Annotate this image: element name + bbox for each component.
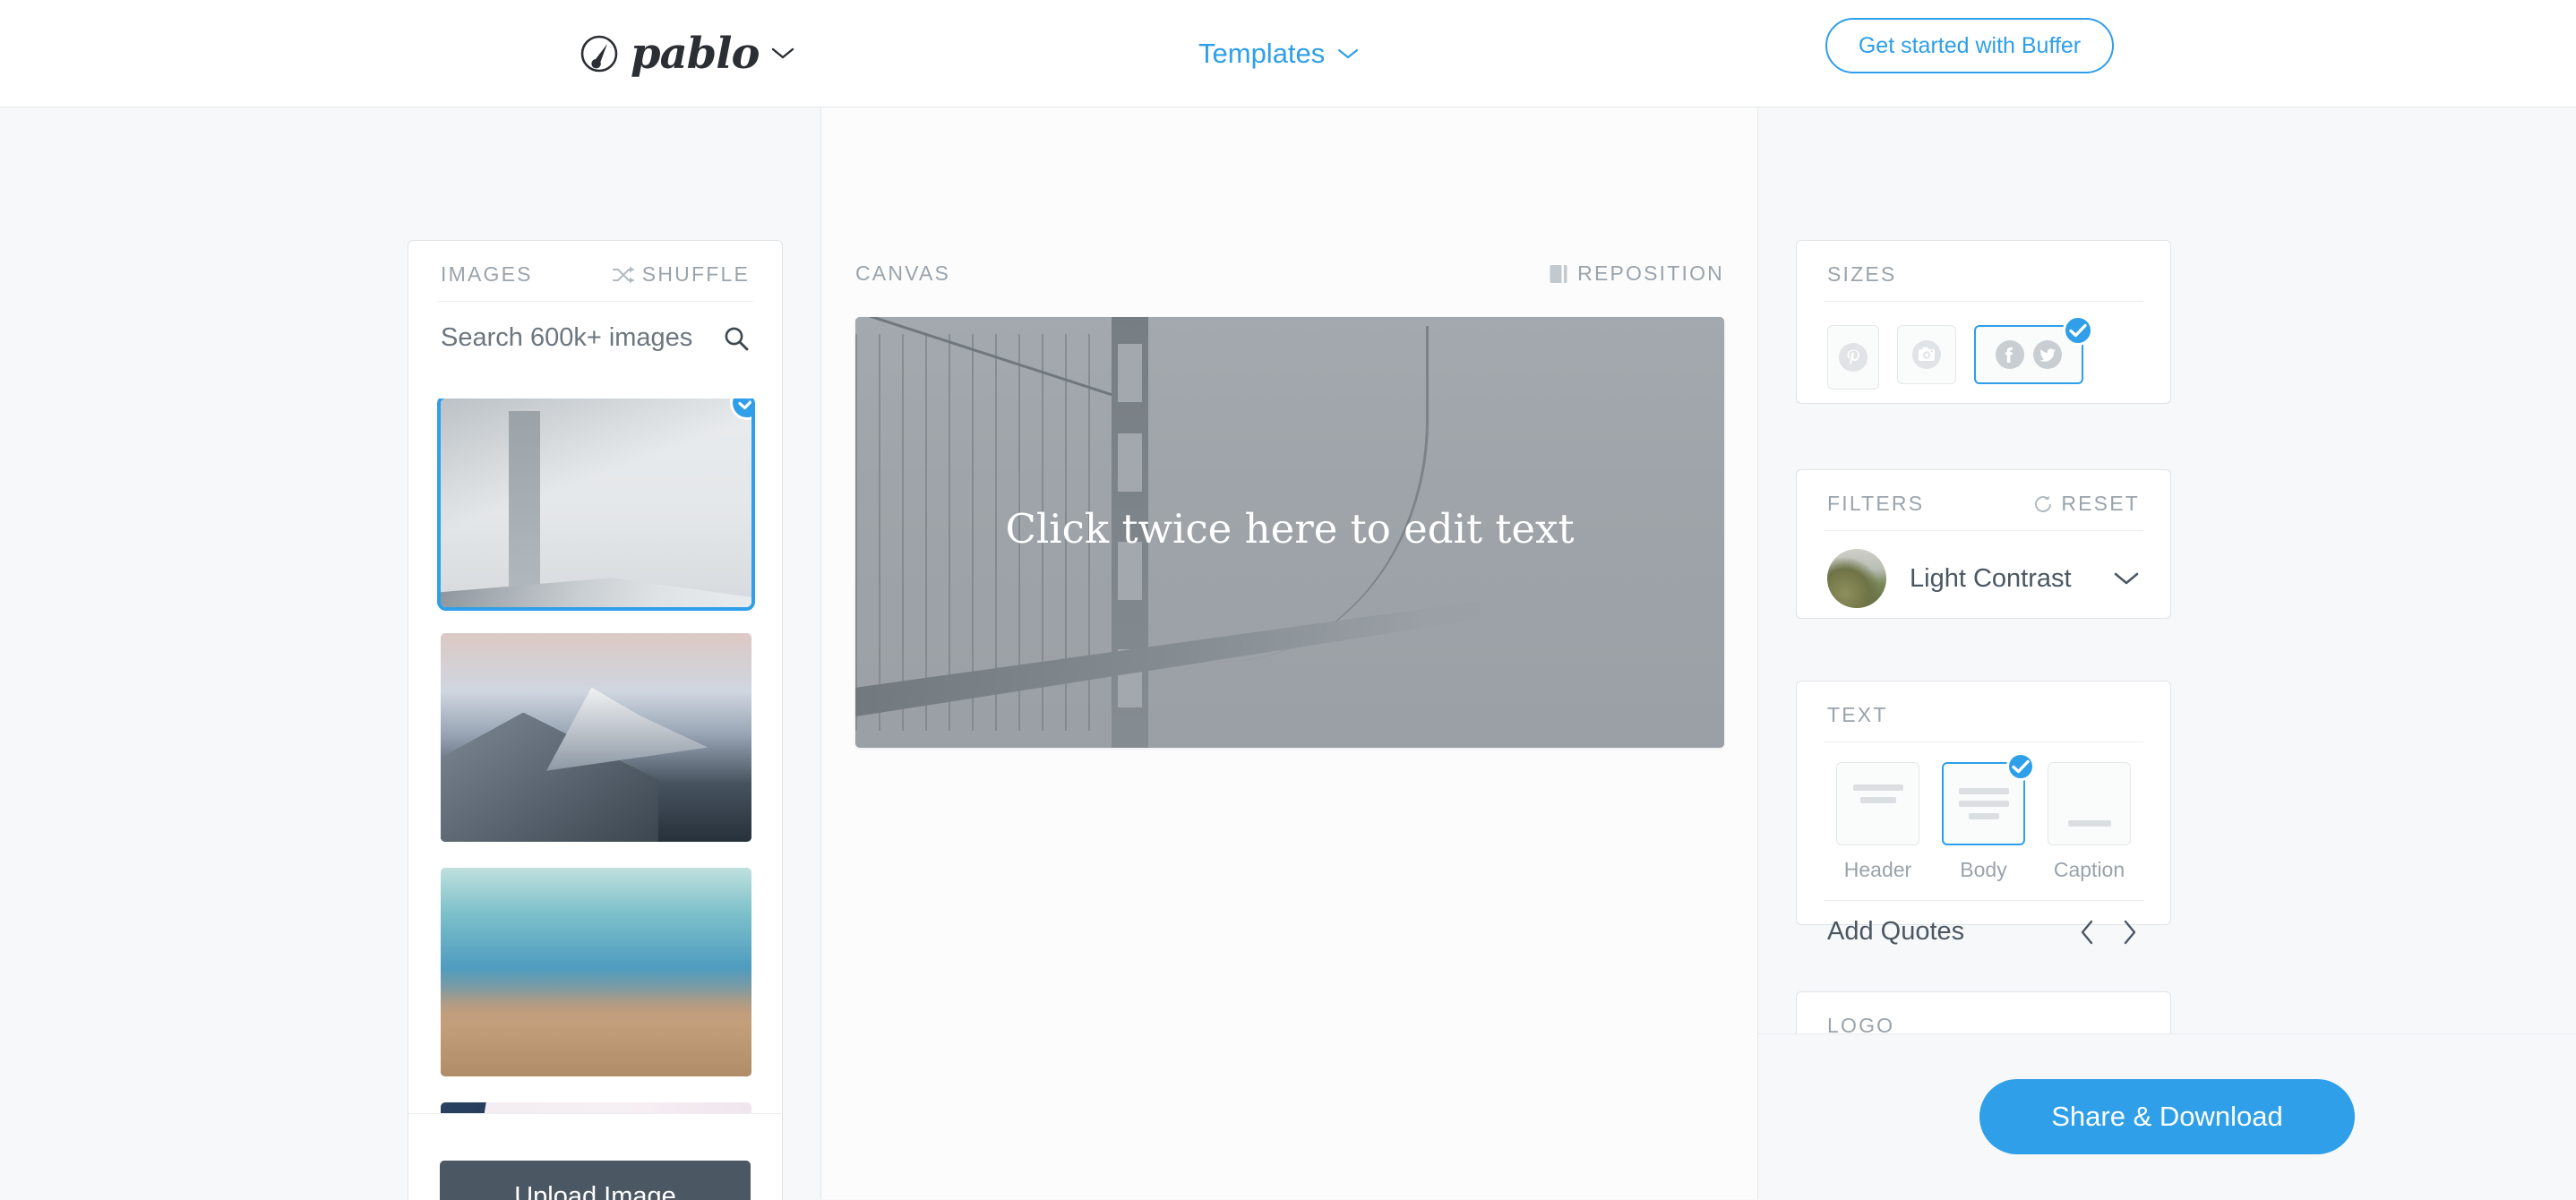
- add-quotes-label[interactable]: Add Quotes: [1827, 917, 1964, 947]
- canvas-stage[interactable]: Click twice here to edit text: [855, 317, 1724, 748]
- canvas-header: CANVAS REPOSITION: [855, 261, 1724, 286]
- filter-selector[interactable]: Light Contrast: [1797, 531, 2170, 608]
- text-title: TEXT: [1827, 703, 1888, 726]
- text-card: TEXT Header Body Caption Add Quotes: [1796, 681, 2171, 946]
- text-style-caption[interactable]: Caption: [2048, 762, 2131, 882]
- image-thumbnail-blue-architecture-pink[interactable]: [441, 1102, 751, 1113]
- get-started-with-buffer-button[interactable]: Get started with Buffer: [1825, 18, 2114, 73]
- text-style-label: Header: [1843, 858, 1912, 881]
- chevron-left-icon[interactable]: [2079, 919, 2095, 946]
- selected-check-icon: [2006, 752, 2035, 781]
- image-thumbnail-golden-gate-bridge-fog[interactable]: [437, 399, 755, 611]
- search-input[interactable]: [441, 323, 709, 353]
- filter-preview-thumbnail: [1827, 549, 1886, 608]
- text-style-label: Caption: [2053, 858, 2125, 881]
- templates-chevron-down-icon: [1338, 48, 1359, 58]
- text-style-options: Header Body Caption: [1797, 742, 2170, 882]
- reset-icon: [2035, 495, 2052, 512]
- filters-reset-button[interactable]: RESET: [2032, 492, 2140, 516]
- reposition-button[interactable]: REPOSITION: [1549, 261, 1724, 286]
- filter-chevron-down-icon[interactable]: [2113, 570, 2140, 587]
- thumbnail-art: [441, 868, 751, 1076]
- text-style-header[interactable]: Header: [1836, 762, 1919, 882]
- brand-logo[interactable]: pablo: [580, 29, 794, 79]
- images-panel-header: IMAGES SHUFFLE: [408, 241, 782, 287]
- chevron-right-icon[interactable]: [2122, 919, 2138, 946]
- add-quotes-row: Add Quotes: [1797, 901, 2170, 947]
- reposition-label: REPOSITION: [1577, 261, 1724, 285]
- sizes-card-header: SIZES: [1797, 241, 2170, 287]
- sizes-title: SIZES: [1827, 262, 1897, 286]
- upload-footer: Upload Image: [408, 1113, 782, 1200]
- filters-card-header: FILTERS RESET: [1797, 470, 2170, 516]
- nav-templates[interactable]: Templates: [1198, 38, 1359, 70]
- brand-name: pablo: [631, 28, 760, 79]
- thumbnail-art: [441, 633, 751, 842]
- thumbnail-art: [441, 399, 751, 607]
- canvas-editable-text[interactable]: Click twice here to edit text: [1005, 505, 1574, 553]
- image-search-row: [408, 302, 782, 373]
- shuffle-label: SHUFFLE: [641, 262, 750, 286]
- image-thumbnail-wheat-grass-blue-sky[interactable]: [441, 868, 751, 1076]
- shuffle-button[interactable]: SHUFFLE: [612, 262, 750, 287]
- nav-templates-label: Templates: [1198, 37, 1326, 69]
- workspace: IMAGES SHUFFLE Search 600k+ images Uploa…: [0, 107, 2576, 1200]
- text-style-preview: [1836, 762, 1919, 845]
- text-style-label: Body: [1960, 858, 2007, 881]
- twitter-icon: [2033, 340, 2062, 369]
- instagram-icon: [1912, 340, 1941, 369]
- sizes-card: SIZES: [1796, 240, 2171, 404]
- brand-chevron-down-icon[interactable]: [771, 47, 794, 60]
- logo-card-header: LOGO: [1797, 992, 2170, 1038]
- search-icon[interactable]: [723, 325, 750, 352]
- reposition-icon: [1550, 264, 1567, 283]
- quotes-navigation: [2079, 919, 2138, 946]
- sizes-options: [1797, 302, 2170, 390]
- pinterest-icon: [1839, 343, 1868, 372]
- canvas-title: CANVAS: [855, 261, 951, 285]
- text-style-body[interactable]: Body: [1942, 752, 2035, 882]
- shuffle-icon: [612, 266, 634, 283]
- size-option-pinterest[interactable]: [1827, 325, 1879, 390]
- image-thumbnail-snowy-mountain-dusk[interactable]: [441, 633, 751, 842]
- sidebar-footer: Share & Download: [1758, 1033, 2576, 1199]
- text-style-preview: [2048, 762, 2131, 845]
- selected-check-icon: [2063, 315, 2093, 346]
- filters-card: FILTERS RESET Light Contrast: [1796, 469, 2171, 619]
- upload-image-button[interactable]: Upload Image: [440, 1160, 751, 1200]
- text-style-preview: [1942, 752, 2035, 845]
- share-and-download-button[interactable]: Share & Download: [1979, 1079, 2355, 1154]
- left-divider: [820, 107, 821, 1199]
- thumbnail-art: [441, 1102, 751, 1113]
- images-panel-title: IMAGES: [441, 262, 533, 286]
- images-panel: IMAGES SHUFFLE Search 600k+ images Uploa…: [408, 240, 783, 1200]
- size-option-instagram[interactable]: [1897, 325, 1956, 384]
- right-sidebar: SIZES FILTERS RESET Light Contrast TEXT …: [1758, 107, 2576, 1199]
- facebook-icon: [1996, 340, 2024, 369]
- filters-title: FILTERS: [1827, 492, 1925, 515]
- pablo-droplet-circle-icon: [580, 35, 618, 72]
- filter-selected-name: Light Contrast: [1910, 563, 2072, 593]
- image-thumbnail-list[interactable]: [408, 399, 782, 1113]
- filters-reset-label: RESET: [2061, 492, 2140, 515]
- text-card-header: TEXT: [1797, 681, 2170, 727]
- app-header: pablo Templates Get started with Buffer: [0, 0, 2576, 107]
- size-option-facebook-twitter[interactable]: [1974, 315, 2093, 384]
